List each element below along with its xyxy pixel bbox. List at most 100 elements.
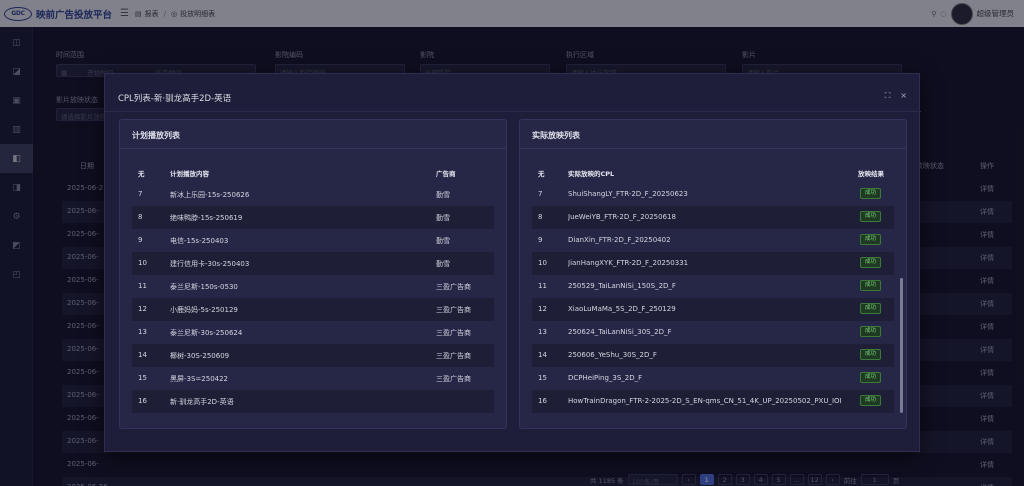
- play-result-badge: 成功: [860, 257, 882, 268]
- row-index: 16: [138, 397, 147, 405]
- cpl-list-modal: CPL列表-新·驯龙高手2D-英语 ⛶ × 计划播放列表 无 计划播放内容 广告…: [104, 73, 921, 452]
- row-index: 14: [138, 351, 147, 359]
- table-row: 12 XiaoLuMaMa_5S_2D_F_250129 成功: [532, 298, 894, 321]
- advertiser: 勤雪: [436, 237, 450, 245]
- row-index: 12: [138, 305, 147, 313]
- table-row: 9 电信-15s-250403 勤雪: [132, 229, 494, 252]
- advertiser: 三盈广告商: [436, 375, 471, 383]
- row-index: 13: [538, 328, 547, 336]
- table-row: 13 泰兰尼斯-30s-250624 三盈广告商: [132, 321, 494, 344]
- row-index: 14: [538, 351, 547, 359]
- table-row: 14 250606_YeShu_30S_2D_F 成功: [532, 344, 894, 367]
- table-row: 16 新·驯龙高手2D-英语: [132, 390, 494, 413]
- modal-title: CPL列表-新·驯龙高手2D-英语: [118, 94, 232, 104]
- actual-table-header: 无 实际放映的CPL 放映结果: [532, 168, 894, 182]
- table-row: 11 泰兰尼斯-150s-0530 三盈广告商: [132, 275, 494, 298]
- planned-playlist-title: 计划播放列表: [132, 131, 180, 140]
- advertiser: 三盈广告商: [436, 352, 471, 360]
- table-row: 15 黑屏-3S=250422 三盈广告商: [132, 367, 494, 390]
- row-index: 8: [538, 213, 543, 221]
- row-index: 7: [538, 190, 543, 198]
- header-advertiser: 广告商: [436, 170, 456, 178]
- row-index: 11: [538, 282, 547, 290]
- planned-content: 泰兰尼斯-30s-250624: [170, 329, 243, 337]
- row-index: 10: [538, 259, 547, 267]
- row-index: 16: [538, 397, 547, 405]
- advertiser: 勤雪: [436, 191, 450, 199]
- row-index: 15: [138, 374, 147, 382]
- row-index: 12: [538, 305, 547, 313]
- table-row: 14 椰树-30S-250609 三盈广告商: [132, 344, 494, 367]
- planned-table-body[interactable]: 7 新冰上乐园-15s-250626 勤雪 8 绝味鸭脖-15s-250619 勤雪 9 电信…: [132, 183, 494, 415]
- table-row: 12 小鹿妈妈-5s-250129 三盈广告商: [132, 298, 494, 321]
- planned-content: 小鹿妈妈-5s-250129: [170, 306, 238, 314]
- actual-cpl: 250624_TaiLanNiSi_30S_2D_F: [568, 328, 672, 336]
- row-index: 7: [138, 190, 143, 198]
- header-play-result: 放映结果: [858, 170, 884, 178]
- fullscreen-icon[interactable]: ⛶: [885, 91, 891, 101]
- header-index: 无: [538, 170, 545, 178]
- actual-cpl: 250606_YeShu_30S_2D_F: [568, 351, 657, 359]
- row-index: 11: [138, 282, 147, 290]
- table-row: 8 JueWeiYB_FTR-2D_F_20250618 成功: [532, 206, 894, 229]
- row-index: 10: [138, 259, 147, 267]
- play-result-badge: 成功: [860, 280, 882, 291]
- advertiser: 三盈广告商: [436, 329, 471, 337]
- planned-content: 黑屏-3S=250422: [170, 375, 229, 383]
- table-row: 7 ShuiShangLY_FTR-2D_F_20250623 成功: [532, 183, 894, 206]
- advertiser: 勤雪: [436, 260, 450, 268]
- planned-content: 椰树-30S-250609: [170, 352, 230, 360]
- advertiser: 三盈广告商: [436, 283, 471, 291]
- actual-cpl: JueWeiYB_FTR-2D_F_20250618: [568, 213, 676, 221]
- planned-playlist-panel: 计划播放列表 无 计划播放内容 广告商 7 新冰上乐园-15s-250626 勤雪 8…: [119, 119, 507, 429]
- row-index: 9: [138, 236, 143, 244]
- actual-cpl: DianXin_FTR-2D_F_20250402: [568, 236, 671, 244]
- panel-divider: [520, 148, 906, 149]
- actual-cpl: 250529_TaiLanNiSi_150S_2D_F: [568, 282, 676, 290]
- header-index: 无: [138, 170, 145, 178]
- actual-cpl: ShuiShangLY_FTR-2D_F_20250623: [568, 190, 688, 198]
- play-result-badge: 成功: [860, 303, 882, 314]
- actual-cpl: DCPHeiPing_3S_2D_F: [568, 374, 643, 382]
- play-result-badge: 成功: [860, 234, 882, 245]
- play-result-badge: 成功: [860, 372, 882, 383]
- planned-content: 新冰上乐园-15s-250626: [170, 191, 250, 199]
- planned-content: 绝味鸭脖-15s-250619: [170, 214, 243, 222]
- actual-cpl: JianHangXYK_FTR-2D_F_20250331: [568, 259, 689, 267]
- table-row: 11 250529_TaiLanNiSi_150S_2D_F 成功: [532, 275, 894, 298]
- table-row: 15 DCPHeiPing_3S_2D_F 成功: [532, 367, 894, 390]
- header-planned-content: 计划播放内容: [170, 170, 209, 178]
- play-result-badge: 成功: [860, 211, 882, 222]
- actual-cpl: HowTrainDragon_FTR-2-2025-2D_S_EN-qms_CN…: [568, 397, 842, 405]
- planned-content: 泰兰尼斯-150s-0530: [170, 283, 238, 291]
- close-icon[interactable]: ×: [900, 91, 907, 101]
- header-actual-cpl: 实际放映的CPL: [568, 170, 615, 178]
- table-row: 8 绝味鸭脖-15s-250619 勤雪: [132, 206, 494, 229]
- planned-table-header: 无 计划播放内容 广告商: [132, 168, 494, 182]
- table-row: 16 HowTrainDragon_FTR-2-2025-2D_S_EN-qms_…: [532, 390, 894, 413]
- table-row: 7 新冰上乐园-15s-250626 勤雪: [132, 183, 494, 206]
- planned-content: 电信-15s-250403: [170, 237, 229, 245]
- actual-cpl: XiaoLuMaMa_5S_2D_F_250129: [568, 305, 676, 313]
- table-row: 9 DianXin_FTR-2D_F_20250402 成功: [532, 229, 894, 252]
- play-result-badge: 成功: [860, 395, 882, 406]
- play-result-badge: 成功: [860, 326, 882, 337]
- planned-content: 新·驯龙高手2D-英语: [170, 398, 234, 406]
- table-row: 10 建行信用卡-30s-250403 勤雪: [132, 252, 494, 275]
- actual-playlist-panel: 实际放映列表 无 实际放映的CPL 放映结果 7 ShuiShangLY_FTR-…: [519, 119, 907, 429]
- advertiser: 勤雪: [436, 214, 450, 222]
- row-index: 15: [538, 374, 547, 382]
- table-row: 10 JianHangXYK_FTR-2D_F_20250331 成功: [532, 252, 894, 275]
- play-result-badge: 成功: [860, 349, 882, 360]
- advertiser: 三盈广告商: [436, 306, 471, 314]
- actual-table-body[interactable]: 7 ShuiShangLY_FTR-2D_F_20250623 成功 8 JueWeiY…: [532, 183, 894, 415]
- table-row: 13 250624_TaiLanNiSi_30S_2D_F 成功: [532, 321, 894, 344]
- planned-content: 建行信用卡-30s-250403: [170, 260, 250, 268]
- row-index: 13: [138, 328, 147, 336]
- panel-divider: [120, 148, 506, 149]
- actual-playlist-title: 实际放映列表: [532, 131, 580, 140]
- row-index: 8: [138, 213, 143, 221]
- row-index: 9: [538, 236, 543, 244]
- modal-divider: [105, 111, 921, 112]
- scrollbar[interactable]: [900, 278, 903, 413]
